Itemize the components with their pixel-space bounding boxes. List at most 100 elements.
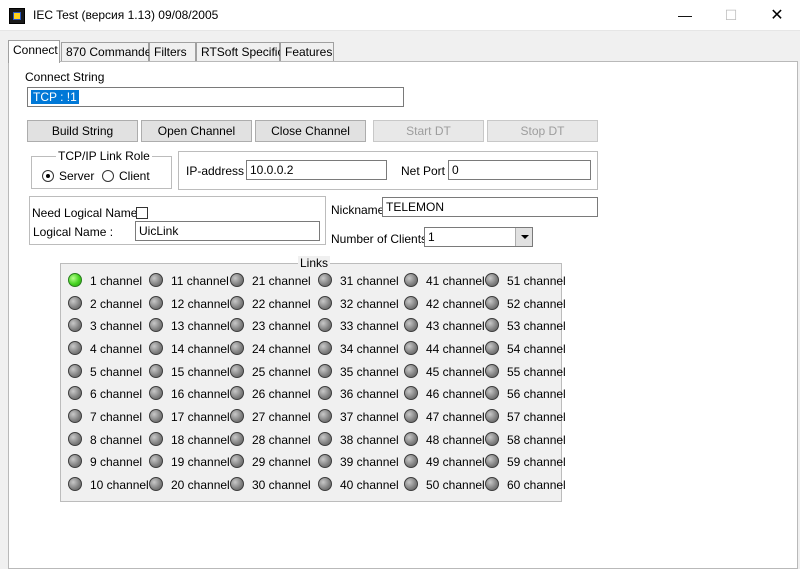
channel-56-led	[485, 386, 499, 400]
server-radio[interactable]	[42, 170, 54, 182]
nickname-input[interactable]: TELEMON	[382, 197, 598, 217]
channel-46-label: 46 channel	[426, 387, 485, 401]
channel-51-led	[485, 273, 499, 287]
start-dt-button[interactable]: Start DT	[373, 120, 484, 142]
connect-string-input[interactable]: TCP : !1	[27, 87, 404, 107]
channel-45-label: 45 channel	[426, 365, 485, 379]
channel-59-led	[485, 454, 499, 468]
channel-34-label: 34 channel	[340, 342, 399, 356]
channel-44-label: 44 channel	[426, 342, 485, 356]
link-role-group: TCP/IP Link Role Server Client	[31, 149, 172, 189]
tab-features[interactable]: Features	[280, 42, 334, 62]
channel-48-led	[404, 432, 418, 446]
channel-39-label: 39 channel	[340, 455, 399, 469]
channel-45-led	[404, 364, 418, 378]
channel-13-label: 13 channel	[171, 319, 230, 333]
build-string-button[interactable]: Build String	[27, 120, 138, 142]
channel-2-led	[68, 296, 82, 310]
tab-rtsoft-specific[interactable]: RTSoft Specific	[196, 42, 283, 62]
chevron-down-icon[interactable]	[515, 228, 532, 246]
need-logical-name-checkbox[interactable]	[136, 207, 148, 219]
channel-52-led	[485, 296, 499, 310]
tab-870-commander[interactable]: 870 Commander	[61, 42, 155, 62]
channel-29-led	[230, 454, 244, 468]
window-title: IEC Test (версия 1.13) 09/08/2005	[33, 8, 219, 22]
ip-address-input[interactable]: 10.0.0.2	[246, 160, 387, 180]
close-button[interactable]: ✕	[754, 0, 800, 31]
links-title: Links	[298, 256, 331, 270]
logical-name-input[interactable]: UicLink	[135, 221, 320, 241]
channel-40-led	[318, 477, 332, 491]
channel-50-label: 50 channel	[426, 478, 485, 492]
channel-54-led	[485, 341, 499, 355]
channel-53-led	[485, 318, 499, 332]
channel-4-led	[68, 341, 82, 355]
close-channel-button[interactable]: Close Channel	[255, 120, 366, 142]
client-label: Client	[119, 169, 150, 183]
channel-16-led	[149, 386, 163, 400]
title-bar: IEC Test (версия 1.13) 09/08/2005 — ☐ ✕	[0, 0, 800, 31]
channel-17-led	[149, 409, 163, 423]
channel-5-led	[68, 364, 82, 378]
channel-51-label: 51 channel	[507, 274, 566, 288]
channel-4-label: 4 channel	[90, 342, 143, 356]
channel-43-led	[404, 318, 418, 332]
channel-37-label: 37 channel	[340, 410, 399, 424]
channel-52-label: 52 channel	[507, 297, 566, 311]
app-icon	[9, 8, 25, 24]
channel-12-label: 12 channel	[171, 297, 230, 311]
stop-dt-button[interactable]: Stop DT	[487, 120, 598, 142]
tab-filters[interactable]: Filters	[149, 42, 196, 62]
nickname-label: Nickname	[331, 203, 385, 217]
tab-connect[interactable]: Connect	[8, 40, 60, 63]
channel-29-label: 29 channel	[252, 455, 311, 469]
channel-3-led	[68, 318, 82, 332]
channel-57-label: 57 channel	[507, 410, 566, 424]
open-channel-button[interactable]: Open Channel	[141, 120, 252, 142]
channel-10-label: 10 channel	[90, 478, 149, 492]
channel-22-label: 22 channel	[252, 297, 311, 311]
channel-38-label: 38 channel	[340, 433, 399, 447]
connect-string-value: TCP : !1	[31, 90, 79, 104]
number-of-clients-label: Number of Clients	[331, 232, 428, 246]
channel-6-led	[68, 386, 82, 400]
channel-2-label: 2 channel	[90, 297, 143, 311]
channel-49-led	[404, 454, 418, 468]
channel-53-label: 53 channel	[507, 319, 566, 333]
channel-23-label: 23 channel	[252, 319, 311, 333]
channel-13-led	[149, 318, 163, 332]
channel-33-led	[318, 318, 332, 332]
channel-43-label: 43 channel	[426, 319, 485, 333]
channel-23-led	[230, 318, 244, 332]
channel-37-led	[318, 409, 332, 423]
channel-6-label: 6 channel	[90, 387, 143, 401]
channel-26-label: 26 channel	[252, 387, 311, 401]
channel-14-led	[149, 341, 163, 355]
channel-41-led	[404, 273, 418, 287]
number-of-clients-select[interactable]: 1	[424, 227, 533, 247]
channel-15-label: 15 channel	[171, 365, 230, 379]
net-port-input[interactable]: 0	[448, 160, 591, 180]
channel-20-label: 20 channel	[171, 478, 230, 492]
client-radio[interactable]	[102, 170, 114, 182]
channel-34-led	[318, 341, 332, 355]
channel-24-led	[230, 341, 244, 355]
logical-name-label: Logical Name :	[33, 225, 114, 239]
channel-58-label: 58 channel	[507, 433, 566, 447]
maximize-button[interactable]: ☐	[708, 0, 754, 31]
minimize-button[interactable]: —	[662, 0, 708, 31]
channel-42-label: 42 channel	[426, 297, 485, 311]
channel-3-label: 3 channel	[90, 319, 143, 333]
channel-26-led	[230, 386, 244, 400]
channel-32-label: 32 channel	[340, 297, 399, 311]
channel-33-label: 33 channel	[340, 319, 399, 333]
connect-panel: Connect String TCP : !1 Build String Ope…	[8, 61, 798, 569]
channel-56-label: 56 channel	[507, 387, 566, 401]
channel-25-label: 25 channel	[252, 365, 311, 379]
net-port-label: Net Port :	[401, 164, 452, 178]
channel-47-label: 47 channel	[426, 410, 485, 424]
channel-1-led	[68, 273, 82, 287]
channel-7-led	[68, 409, 82, 423]
channel-41-label: 41 channel	[426, 274, 485, 288]
channel-38-led	[318, 432, 332, 446]
